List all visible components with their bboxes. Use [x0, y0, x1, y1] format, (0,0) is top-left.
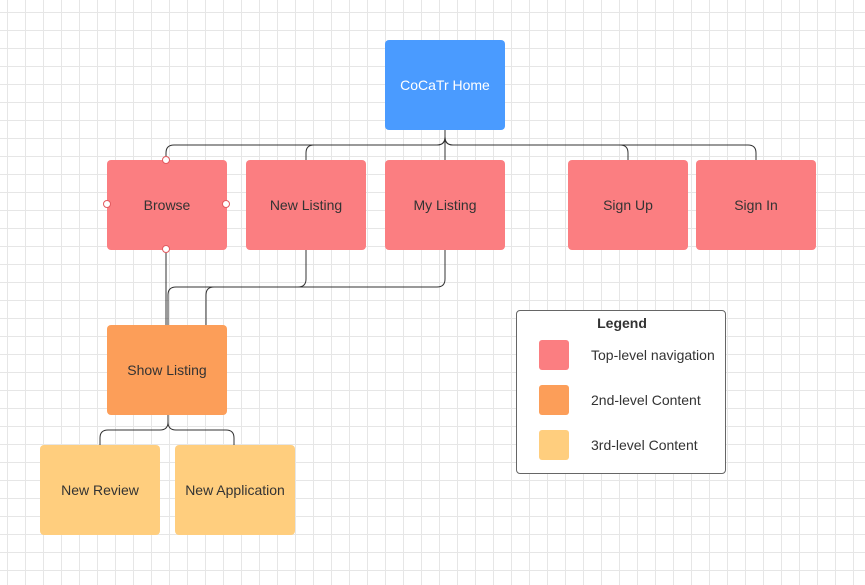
- connector-my-listing-show-listing: [205, 249, 446, 325]
- node-my-listing-label: My Listing: [413, 197, 477, 213]
- connector-home-new-listing: [305, 130, 446, 160]
- connection-handle-right[interactable]: [222, 200, 230, 208]
- node-sign-in-label: Sign In: [734, 197, 778, 213]
- node-cocatr-home[interactable]: CoCaTr Home: [385, 40, 505, 130]
- connection-handle-left[interactable]: [103, 200, 111, 208]
- node-show-listing-label: Show Listing: [127, 362, 207, 378]
- node-show-listing[interactable]: Show Listing: [107, 325, 227, 415]
- legend-title: Legend: [597, 315, 647, 331]
- legend-label-second-level: 2nd-level Content: [591, 392, 701, 408]
- connection-handle-top[interactable]: [162, 156, 170, 164]
- node-new-review[interactable]: New Review: [40, 445, 160, 535]
- node-browse[interactable]: Browse: [107, 160, 227, 250]
- node-cocatr-home-label: CoCaTr Home: [400, 77, 490, 93]
- node-new-listing-label: New Listing: [269, 197, 343, 213]
- node-sign-up-label: Sign Up: [603, 197, 653, 213]
- node-my-listing[interactable]: My Listing: [385, 160, 505, 250]
- connector-show-listing-new-review: [99, 414, 169, 445]
- legend-item-second-level: 2nd-level Content: [539, 385, 701, 415]
- legend-label-top-level: Top-level navigation: [591, 347, 715, 363]
- legend-box[interactable]: Legend Top-level navigation 2nd-level Co…: [516, 310, 726, 474]
- legend-label-third-level: 3rd-level Content: [591, 437, 698, 453]
- legend-swatch-third-level: [539, 430, 569, 460]
- connector-show-listing-new-application: [167, 414, 235, 445]
- legend-item-top-level: Top-level navigation: [539, 340, 715, 370]
- node-new-listing[interactable]: New Listing: [246, 160, 366, 250]
- node-sign-in[interactable]: Sign In: [696, 160, 816, 250]
- connection-handle-bottom[interactable]: [162, 245, 170, 253]
- legend-item-third-level: 3rd-level Content: [539, 430, 698, 460]
- connector-home-sign-in: [444, 130, 757, 160]
- node-sign-up[interactable]: Sign Up: [568, 160, 688, 250]
- node-new-application-label: New Application: [185, 482, 285, 498]
- legend-swatch-second-level: [539, 385, 569, 415]
- legend-swatch-top-level: [539, 340, 569, 370]
- node-browse-label: Browse: [143, 197, 191, 213]
- node-new-review-label: New Review: [61, 482, 139, 498]
- node-new-application[interactable]: New Application: [175, 445, 295, 535]
